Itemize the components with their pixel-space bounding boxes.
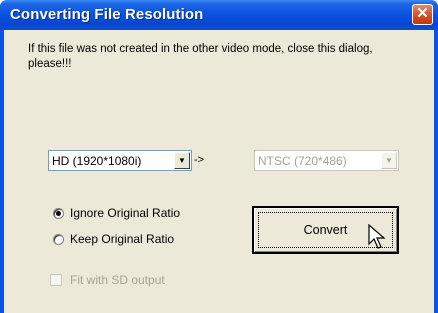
chevron-down-icon[interactable]: ▼	[174, 152, 190, 169]
source-resolution-value: HD (1920*1080i)	[52, 154, 142, 168]
radio-button-checked[interactable]	[53, 208, 64, 219]
source-resolution-select[interactable]: HD (1920*1080i) ▼	[48, 150, 192, 171]
title-bar[interactable]: Converting File Resolution ✕	[0, 0, 438, 30]
checkbox	[50, 274, 62, 286]
close-button[interactable]: ✕	[412, 4, 433, 25]
window-title: Converting File Resolution	[10, 6, 204, 23]
radio-label: Keep Original Ratio	[70, 232, 175, 246]
arrow-label: ->	[194, 154, 205, 166]
dialog-body	[4, 30, 434, 313]
chevron-down-icon: ▼	[381, 152, 397, 169]
message-text: If this file was not created in the othe…	[28, 43, 373, 70]
dialog-window: Converting File Resolution ✕ If this fil…	[0, 0, 438, 313]
target-resolution-value: NTSC (720*486)	[258, 154, 347, 168]
checkbox-label: Fit with SD output	[70, 273, 165, 287]
target-resolution-select: NTSC (720*486) ▼	[254, 150, 399, 171]
radio-label: Ignore Original Ratio	[70, 206, 181, 220]
radio-button-unchecked[interactable]	[53, 234, 64, 245]
mouse-pointer-icon	[368, 224, 386, 249]
close-icon: ✕	[416, 5, 429, 22]
